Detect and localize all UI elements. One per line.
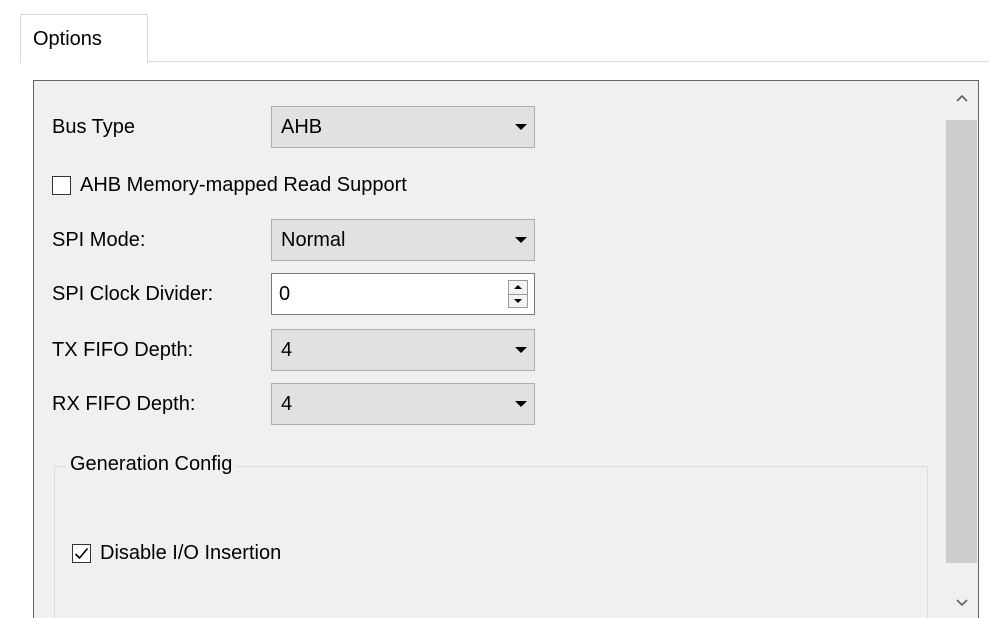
chevron-up-icon[interactable] <box>945 81 978 114</box>
spin-buttons <box>508 280 528 308</box>
spi-clock-divider-row: SPI Clock Divider: <box>52 273 213 315</box>
options-panel: Bus Type AHB AHB Memory-mapped Read Supp… <box>33 80 979 618</box>
spi-clock-divider-label: SPI Clock Divider: <box>52 282 214 305</box>
spi-mode-label: SPI Mode: <box>52 228 146 251</box>
spi-mode-value: Normal <box>281 228 346 251</box>
ahb-read-support-checkbox[interactable]: AHB Memory-mapped Read Support <box>52 164 407 206</box>
rx-fifo-depth-row: RX FIFO Depth: <box>52 383 195 425</box>
chevron-down-icon[interactable] <box>945 586 978 618</box>
bus-type-row: Bus Type <box>52 106 135 148</box>
spi-clock-divider-spinbox[interactable] <box>271 273 535 315</box>
tab-options-label: Options <box>33 28 102 50</box>
spin-up-icon[interactable] <box>509 281 527 294</box>
tx-fifo-depth-value: 4 <box>281 338 293 361</box>
tab-divider <box>148 61 989 62</box>
tab-strip: Options <box>0 0 989 63</box>
bus-type-label: Bus Type <box>52 115 136 138</box>
tx-fifo-depth-row: TX FIFO Depth: <box>52 329 193 371</box>
disable-io-insertion-checkbox[interactable]: Disable I/O Insertion <box>72 542 281 565</box>
chevron-down-icon <box>508 401 534 407</box>
tx-fifo-depth-select[interactable]: 4 <box>271 329 535 371</box>
spi-clock-divider-input[interactable] <box>272 276 492 312</box>
spi-mode-row: SPI Mode: <box>52 219 145 261</box>
chevron-down-icon <box>508 237 534 243</box>
scroll-thumb[interactable] <box>946 120 977 563</box>
tab-options[interactable]: Options <box>20 14 148 63</box>
disable-io-insertion-label: Disable I/O Insertion <box>100 542 282 564</box>
bus-type-value: AHB <box>281 115 323 138</box>
tx-fifo-depth-label: TX FIFO Depth: <box>52 338 194 361</box>
rx-fifo-depth-value: 4 <box>281 392 293 415</box>
ahb-read-support-label: AHB Memory-mapped Read Support <box>80 173 407 196</box>
rx-fifo-depth-select[interactable]: 4 <box>271 383 535 425</box>
spi-mode-select[interactable]: Normal <box>271 219 535 261</box>
generation-config-title: Generation Config <box>66 453 237 476</box>
checkbox-unchecked-icon[interactable] <box>52 175 71 195</box>
chevron-down-icon <box>508 124 534 130</box>
rx-fifo-depth-label: RX FIFO Depth: <box>52 392 196 415</box>
spin-down-icon[interactable] <box>509 293 527 308</box>
checkbox-checked-icon[interactable] <box>72 544 91 563</box>
vertical-scrollbar[interactable] <box>945 81 978 618</box>
bus-type-select[interactable]: AHB <box>271 106 535 148</box>
chevron-down-icon <box>508 347 534 353</box>
